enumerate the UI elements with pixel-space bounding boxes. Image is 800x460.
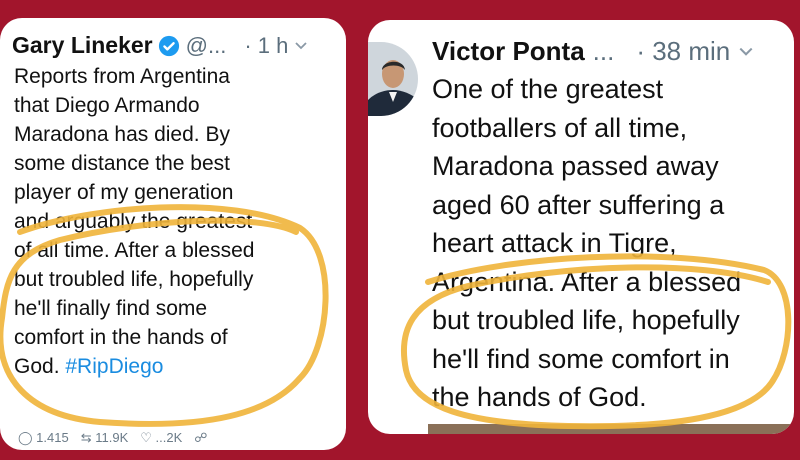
tweet-line: the hands of God.: [432, 382, 647, 412]
tweet-header: Gary Lineker @... · 1 h: [12, 32, 308, 59]
hashtag-link[interactable]: #RipDiego: [65, 355, 163, 378]
tweet-text: Reports from Argentina that Diego Armand…: [14, 62, 254, 381]
like-count: ...2K: [155, 430, 183, 445]
tweet-card-left[interactable]: Gary Lineker @... · 1 h Reports from Arg…: [0, 18, 346, 450]
retweet-action[interactable]: ⇆ 11.9K: [81, 430, 129, 446]
tweet-line: One of the greatest: [432, 74, 664, 104]
tweet-line: of all time. After a blessed: [14, 239, 255, 262]
chevron-down-icon[interactable]: [294, 39, 308, 53]
avatar-image: [368, 42, 418, 116]
tweet-time: · 38 min: [636, 36, 731, 66]
tweet-card-right[interactable]: Victor Ponta ... · 38 min One of the gre…: [368, 20, 794, 434]
reply-action[interactable]: ◯ 1.415: [18, 430, 69, 446]
tweet-line: Reports from Argentina: [14, 65, 230, 88]
share-icon[interactable]: ☍: [194, 430, 207, 446]
tweet-line: he'll finally find some: [14, 297, 208, 320]
tweet-line: heart attack in Tigre,: [432, 228, 677, 258]
avatar[interactable]: [368, 42, 418, 116]
tweet-line: but troubled life, hopefully: [432, 305, 740, 335]
tweet-time: · 1 h: [244, 32, 289, 58]
tweet-line: comfort in the hands of: [14, 326, 228, 349]
tweet-line: footballers of all time,: [432, 112, 688, 143]
tweet-line: that Diego Armando: [14, 94, 200, 117]
tweet-line: some distance the best: [14, 152, 230, 175]
tweet-line: he'll find some comfort in: [432, 343, 730, 374]
author-name[interactable]: Victor Ponta: [432, 36, 585, 67]
tweet-line-text: God.: [14, 355, 60, 378]
author-handle: ...: [592, 36, 615, 66]
tweet-text: One of the greatest footballers of all t…: [432, 70, 741, 417]
reply-count: 1.415: [36, 430, 69, 445]
tweet-line: aged 60 after suffering a: [432, 189, 725, 220]
tweet-line: Maradona has died. By: [14, 123, 230, 146]
tweet-line-last: God. #RipDiego: [14, 352, 254, 381]
verified-badge-icon: [158, 35, 179, 56]
tweet-header: Victor Ponta ... · 38 min: [432, 36, 754, 67]
author-handle: @...: [185, 32, 227, 58]
media-preview[interactable]: [428, 424, 794, 434]
tweet-line: but troubled life, hopefully: [14, 268, 254, 291]
tweet-actions: ◯ 1.415 ⇆ 11.9K ♡ ...2K ☍: [18, 430, 207, 446]
tweet-line: and arguably the greatest: [14, 210, 253, 233]
author-name[interactable]: Gary Lineker: [12, 32, 153, 59]
tweet-line: Maradona passed away: [432, 151, 719, 181]
tweet-line: Argentina. After a blessed: [432, 266, 742, 297]
retweet-count: 11.9K: [95, 430, 129, 445]
like-action[interactable]: ♡ ...2K: [140, 430, 182, 446]
tweet-line: player of my generation: [14, 181, 234, 204]
chevron-down-icon[interactable]: [738, 44, 754, 60]
